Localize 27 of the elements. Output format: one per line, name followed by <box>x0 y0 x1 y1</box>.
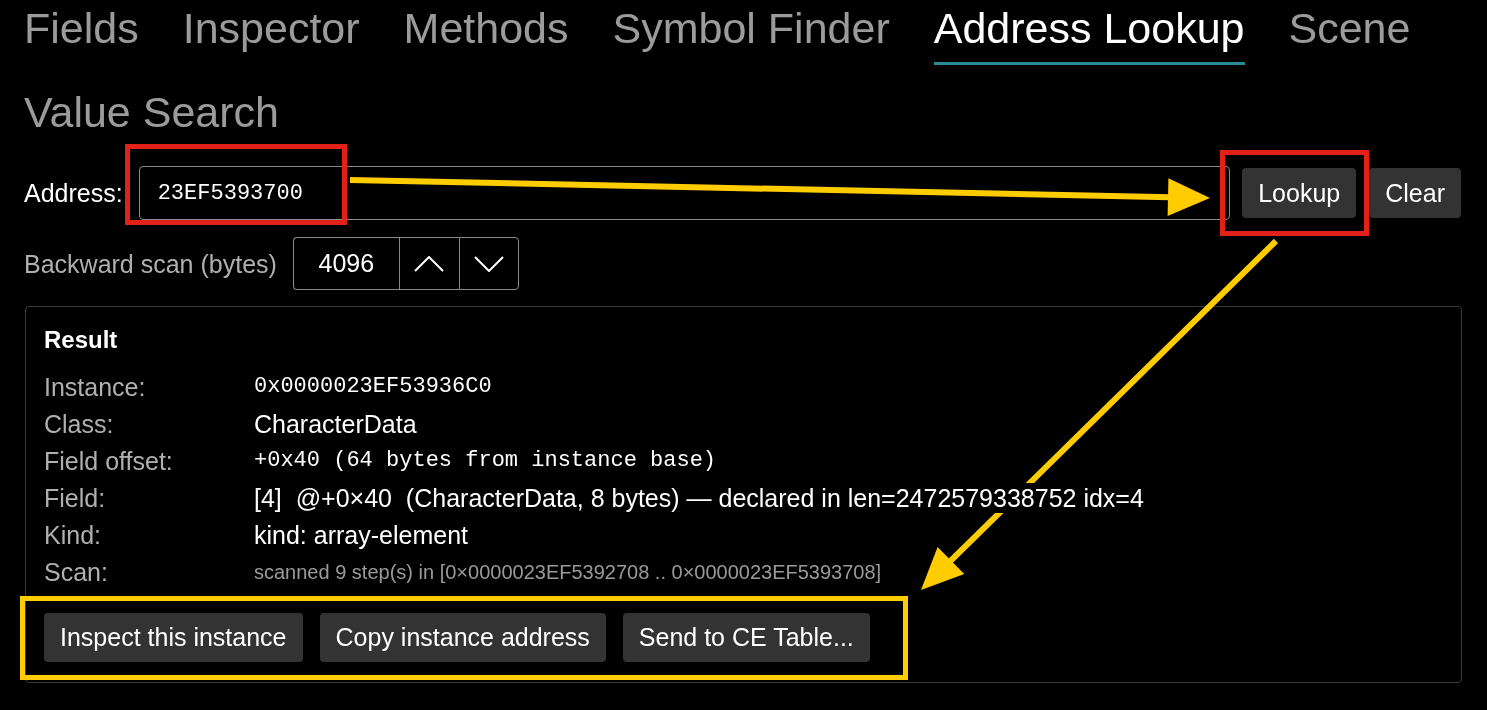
scan-size-label: Backward scan (bytes) <box>24 248 277 279</box>
chevron-down-icon <box>473 255 504 272</box>
action-button[interactable]: Inspect this instance <box>44 613 303 662</box>
nav-tab[interactable]: Symbol Finder <box>612 4 890 65</box>
nav-tab[interactable]: Value Search <box>24 88 279 149</box>
lookup-button[interactable]: Lookup <box>1242 168 1357 218</box>
field-label: Scan: <box>44 556 109 587</box>
nav-tab[interactable]: Address Lookup <box>933 4 1245 65</box>
field-label: Instance: <box>44 371 147 402</box>
scan-size-field[interactable]: 4096 <box>292 237 399 290</box>
field-value: [4] @+0×40 (CharacterData, 8 bytes) — declared in len=2472579338752 idx=4 <box>254 482 1144 513</box>
result-title: Result <box>44 325 119 355</box>
nav-tab[interactable]: Methods <box>403 4 569 65</box>
nav-tab[interactable]: Scene <box>1288 4 1411 65</box>
chevron-up-icon <box>414 255 445 272</box>
action-button[interactable]: Send to CE Table... <box>622 613 870 662</box>
field-label: Field: <box>44 482 107 513</box>
nav-tab[interactable]: Inspector <box>182 4 360 65</box>
clear-button[interactable]: Clear <box>1369 168 1461 218</box>
action-button[interactable]: Copy instance address <box>319 613 606 662</box>
field-label: Field offset: <box>44 445 174 476</box>
increment-button[interactable] <box>398 237 459 290</box>
address-label: Address: <box>24 178 123 208</box>
field-label: Kind: <box>44 519 102 550</box>
decrement-button[interactable] <box>458 237 519 290</box>
nav-tab[interactable]: Fields <box>24 4 139 65</box>
field-label: Class: <box>44 408 115 439</box>
